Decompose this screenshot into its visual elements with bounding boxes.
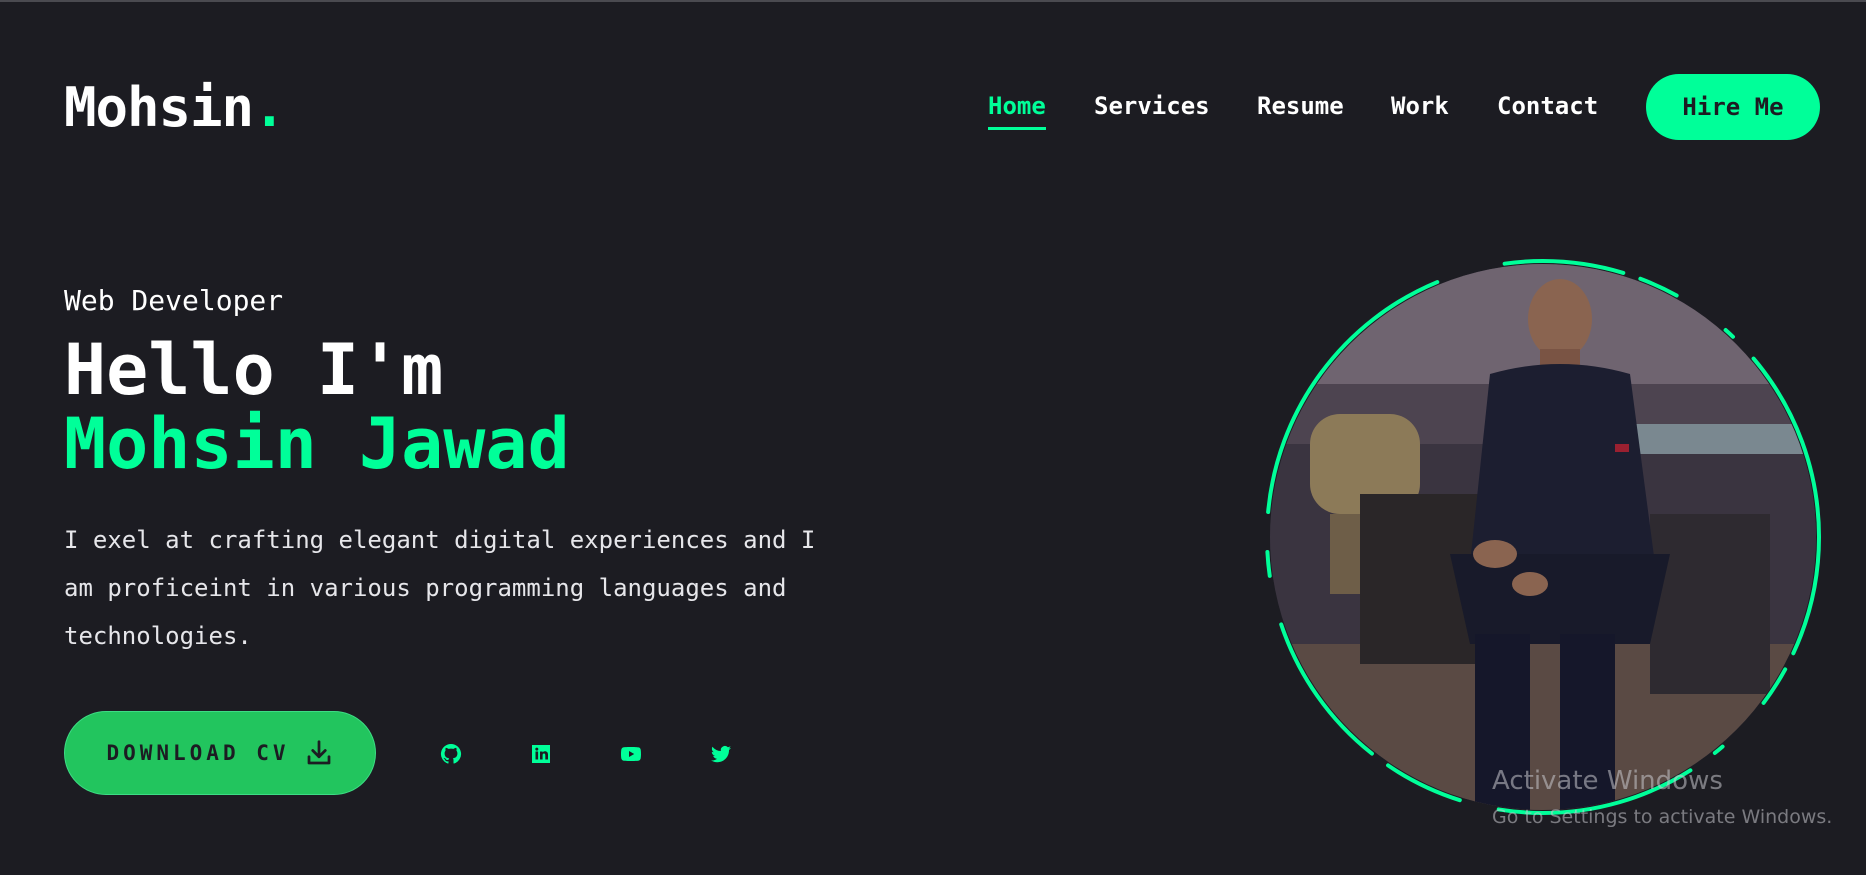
site-logo[interactable]: Mohsin. xyxy=(64,74,286,142)
animated-ring xyxy=(1265,259,1821,815)
logo-dot: . xyxy=(253,76,286,139)
hero-role: Web Developer xyxy=(64,284,284,317)
github-icon[interactable] xyxy=(431,734,471,774)
hero-name: Mohsin Jawad xyxy=(64,403,570,485)
twitter-icon[interactable] xyxy=(701,734,741,774)
hero-bio: I exel at crafting elegant digital exper… xyxy=(64,526,816,650)
nav-home[interactable]: Home xyxy=(988,88,1046,130)
logo-text: Mohsin xyxy=(64,76,254,139)
nav-resume[interactable]: Resume xyxy=(1257,88,1344,124)
linkedin-icon[interactable] xyxy=(521,734,561,774)
hire-me-button[interactable]: Hire Me xyxy=(1646,74,1820,140)
hero-greeting: Hello I'm xyxy=(64,329,444,411)
download-icon xyxy=(307,740,330,765)
windows-activation-subtitle: Go to Settings to activate Windows. xyxy=(1492,806,1833,828)
windows-activation-title: Activate Windows xyxy=(1492,766,1723,796)
download-cv-label: DOWNLOAD CV xyxy=(106,741,290,765)
youtube-icon[interactable] xyxy=(611,734,651,774)
nav-work[interactable]: Work xyxy=(1391,88,1449,124)
nav-contact[interactable]: Contact xyxy=(1497,88,1598,124)
window-top-border xyxy=(0,0,1866,2)
profile-photo-frame xyxy=(1262,256,1824,818)
download-cv-button[interactable]: DOWNLOAD CV xyxy=(64,711,376,795)
nav-services[interactable]: Services xyxy=(1094,88,1210,124)
